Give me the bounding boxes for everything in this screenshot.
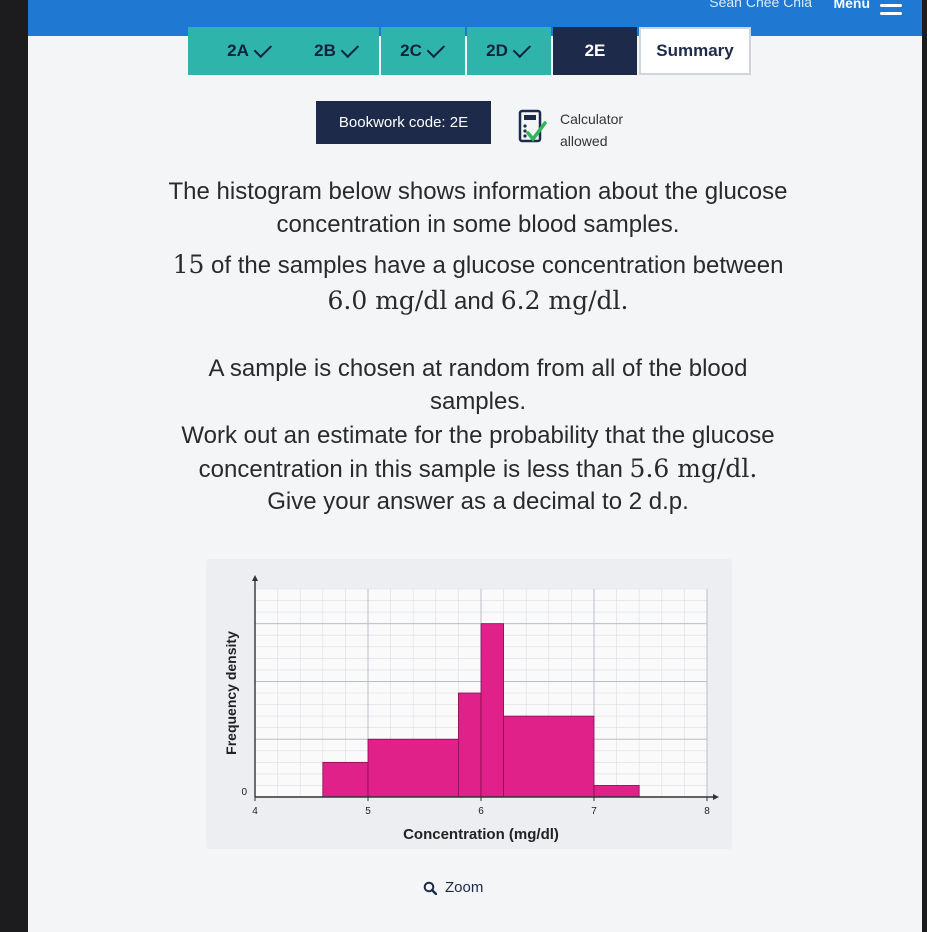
x-tick-label: 8 bbox=[704, 806, 710, 817]
tab-label: Summary bbox=[656, 41, 734, 60]
histogram-chart: 4 5 6 7 8 0 Concentration (mg/dl) Frequency d… bbox=[223, 575, 719, 843]
y-axis-arrow bbox=[252, 575, 258, 581]
x-tick-label: 4 bbox=[252, 806, 258, 817]
question-line-5: A sample is chosen at random from all of… bbox=[208, 355, 748, 382]
zoom-button[interactable]: Zoom bbox=[423, 879, 483, 896]
x-tick-label: 7 bbox=[591, 806, 597, 817]
question-line-6: samples. bbox=[429, 388, 527, 415]
question-line-7: Work out an estimate for the probability… bbox=[181, 422, 775, 449]
histogram-bar bbox=[322, 761, 369, 798]
question-text: of the samples have a glucose concentrat… bbox=[204, 252, 784, 279]
tab-2d[interactable]: 2D bbox=[467, 27, 551, 75]
question-line-9: Give your answer as a decimal to 2 d.p. bbox=[267, 488, 689, 515]
histogram-bar bbox=[457, 692, 482, 798]
histogram-bar bbox=[480, 623, 505, 798]
x-axis-label: Concentration (mg/dl) bbox=[403, 826, 559, 843]
check-icon bbox=[426, 39, 445, 59]
tab-2c[interactable]: 2C bbox=[381, 27, 465, 75]
check-icon bbox=[253, 39, 272, 59]
threshold-value: 5.6 mg/dl. bbox=[629, 454, 758, 483]
tab-2e[interactable]: 2E bbox=[553, 27, 637, 75]
calculator-allowed-label: allowed bbox=[560, 133, 608, 149]
calculator-check-icon bbox=[518, 109, 547, 143]
app-screen: Sean Chee Chia Menu 2A 2B 2C 2D 2E Summa… bbox=[28, 0, 922, 932]
question-line-3: 15 of the samples have a glucose concent… bbox=[68, 250, 888, 280]
y-axis-label: Frequency density bbox=[223, 631, 239, 755]
question-line-4: 6.0 mg/dl and 6.2 mg/dl. bbox=[68, 286, 888, 316]
tab-label: 2E bbox=[584, 41, 606, 60]
tab-2b[interactable]: 2B bbox=[295, 27, 379, 75]
histogram-bar bbox=[367, 738, 459, 798]
x-tick-label: 5 bbox=[365, 806, 371, 817]
tab-label: 2A bbox=[227, 41, 249, 60]
histogram-panel[interactable]: 4 5 6 7 8 0 Concentration (mg/dl) Frequency d… bbox=[206, 559, 732, 849]
zoom-label: Zoom bbox=[445, 879, 484, 896]
histogram-bar bbox=[593, 785, 640, 798]
question-text: concentration in this sample is less tha… bbox=[198, 456, 630, 483]
menu-button[interactable]: Menu bbox=[833, 0, 870, 11]
tab-summary[interactable]: Summary bbox=[639, 27, 751, 75]
bookwork-code-badge: Bookwork code: 2E bbox=[316, 101, 491, 144]
tab-label: 2C bbox=[400, 41, 422, 60]
lower-bound-value: 6.0 mg/dl bbox=[327, 286, 448, 315]
user-name: Sean Chee Chia bbox=[709, 0, 812, 10]
question-line-1: The histogram below shows information ab… bbox=[168, 178, 788, 205]
hamburger-menu-icon[interactable] bbox=[880, 4, 902, 20]
question-line-2: concentration in some blood samples. bbox=[276, 211, 680, 238]
sample-count: 15 bbox=[172, 250, 205, 279]
tab-2a[interactable]: 2A bbox=[188, 27, 312, 75]
check-icon bbox=[512, 39, 531, 59]
tab-label: 2D bbox=[486, 41, 508, 60]
x-axis-arrow bbox=[713, 794, 719, 800]
calculator-label: Calculator bbox=[560, 111, 624, 127]
histogram-bar bbox=[503, 715, 595, 798]
upper-bound-value: 6.2 mg/dl. bbox=[500, 286, 629, 315]
question-line-8: concentration in this sample is less tha… bbox=[68, 454, 888, 484]
check-icon bbox=[340, 39, 359, 59]
calculator-status: Calculator allowed bbox=[560, 108, 623, 152]
question-text: and bbox=[447, 288, 501, 315]
y-tick-label: 0 bbox=[241, 787, 247, 798]
tab-label: 2B bbox=[314, 41, 336, 60]
magnifier-icon bbox=[423, 881, 437, 895]
x-tick-label: 6 bbox=[478, 806, 484, 817]
